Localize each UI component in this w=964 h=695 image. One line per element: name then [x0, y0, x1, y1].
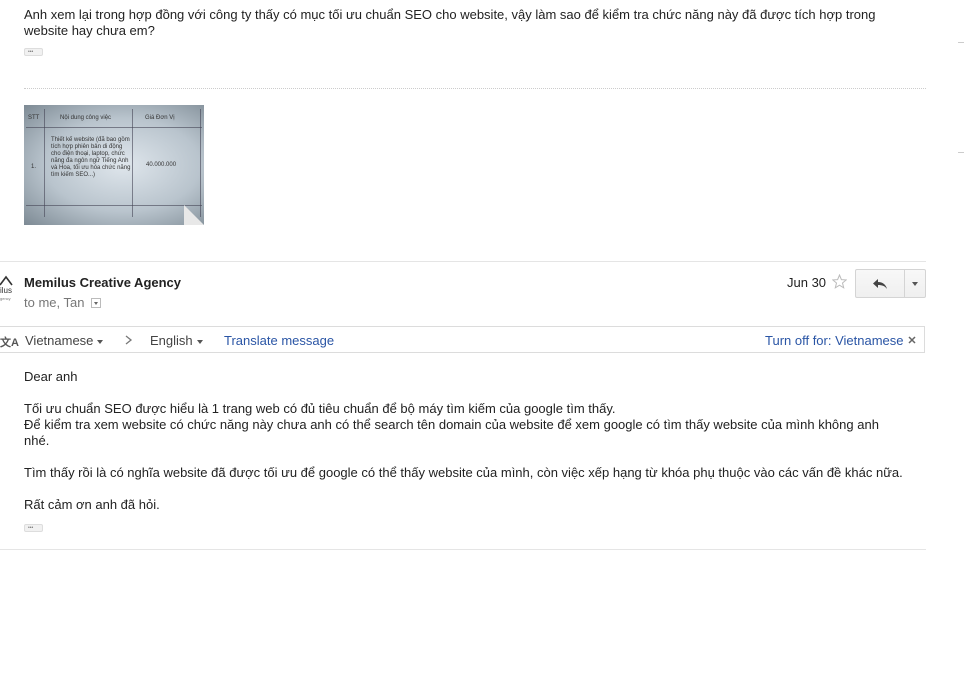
sender-name[interactable]: Memilus Creative Agency	[24, 275, 181, 290]
body-greeting: Dear anh	[24, 369, 78, 384]
close-icon[interactable]	[908, 336, 916, 344]
message-date: Jun 30	[787, 275, 827, 290]
translate-icon: 文A	[0, 337, 19, 349]
avatar-text: ilus	[0, 286, 13, 295]
target-language-label: English	[150, 333, 193, 348]
turn-off-translation-link[interactable]: Turn off for: Vietnamese	[765, 333, 904, 349]
translate-message-link[interactable]: Translate message	[224, 333, 334, 349]
attachment-thumbnail[interactable]: STT Nội dung công việc Giá Đơn Vị 1. Thi…	[24, 105, 204, 225]
body-closing: Rất cảm ơn anh đã hỏi.	[24, 497, 160, 512]
table-row-index: 1.	[31, 164, 37, 170]
recipient-details-button[interactable]	[91, 298, 102, 308]
reply-icon[interactable]	[872, 278, 888, 290]
avatar[interactable]: ilus gency	[0, 275, 14, 305]
chevron-down-icon	[97, 339, 104, 344]
recipients-text: to me, Tan	[24, 295, 85, 310]
chevron-down-icon	[912, 282, 918, 286]
chevron-right-icon	[125, 335, 133, 345]
chevron-down-icon	[94, 302, 99, 305]
message-end-divider	[0, 549, 926, 550]
show-trimmed-content-button[interactable]	[24, 522, 43, 534]
star-icon[interactable]	[832, 274, 847, 289]
target-language-select[interactable]: English	[150, 333, 203, 349]
table-header-price: Giá Đơn Vị	[145, 115, 175, 121]
scroll-edge-mark	[958, 42, 964, 43]
more-actions-button[interactable]	[905, 270, 926, 297]
table-header-content: Nội dung công việc	[60, 115, 112, 121]
message-divider	[0, 261, 926, 262]
body-paragraph-2: Tìm thấy rồi là có nghĩa website đã được…	[24, 465, 903, 480]
translate-bar: 文A Vietnamese English Translate message …	[0, 326, 925, 353]
page-fold	[184, 205, 204, 225]
reply-button-group	[855, 269, 926, 298]
table-header-stt: STT	[28, 115, 40, 121]
source-language-select[interactable]: Vietnamese	[25, 333, 104, 349]
scroll-edge-mark	[958, 152, 964, 153]
body-paragraph-1-line-2: Để kiểm tra xem website có chức năng này…	[24, 417, 879, 448]
message1-body: Anh xem lại trong hợp đồng với công ty t…	[24, 7, 876, 38]
table-row-price: 40.000.000	[146, 162, 177, 168]
recipients: to me, Tan	[24, 295, 102, 311]
avatar-subtext: gency	[0, 296, 11, 301]
table-row-description: Thiết kế website (đã bao gồm tích hợp ph…	[51, 137, 131, 178]
chevron-down-icon	[196, 339, 203, 344]
body-paragraph-1-line-1: Tối ưu chuẩn SEO được hiểu là 1 trang we…	[24, 401, 616, 416]
source-language-label: Vietnamese	[25, 333, 94, 348]
show-trimmed-content-button[interactable]	[24, 46, 43, 58]
attachment-divider	[24, 88, 926, 89]
